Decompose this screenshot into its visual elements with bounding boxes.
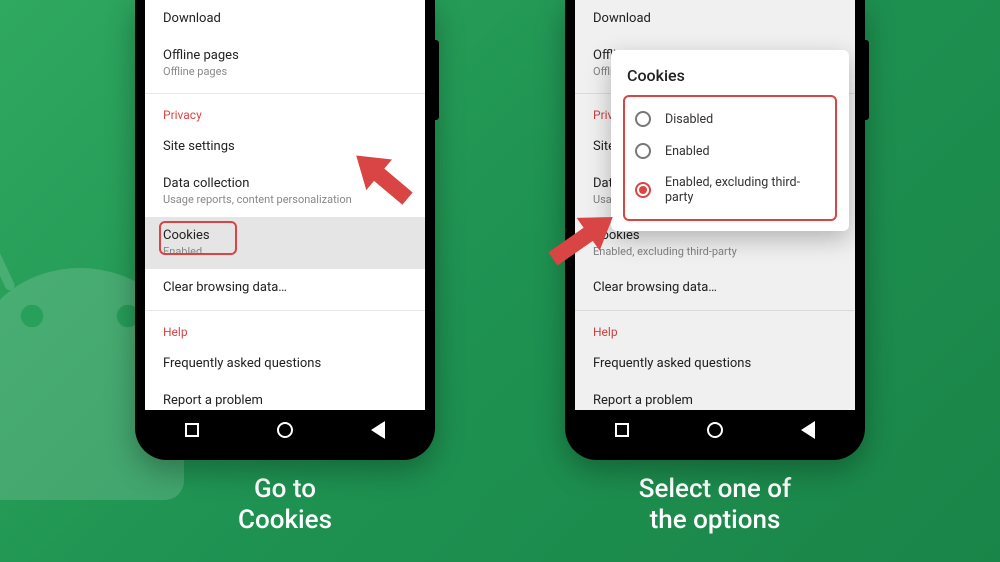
- caption-right: Select one of the options: [639, 474, 791, 536]
- label: Cookies: [163, 228, 407, 243]
- sublabel: Enabled: [163, 245, 407, 258]
- label: Clear browsing data…: [163, 280, 407, 295]
- nav-home[interactable]: [276, 421, 294, 439]
- radio-icon: [635, 111, 651, 127]
- android-navbar: [575, 410, 855, 450]
- radio-label: Enabled: [665, 144, 710, 159]
- android-navbar: [145, 410, 425, 450]
- radio-label: Disabled: [665, 112, 713, 127]
- radio-icon: [635, 143, 651, 159]
- arrow-icon: [343, 138, 423, 218]
- item-download[interactable]: Download: [145, 0, 425, 37]
- nav-back[interactable]: [799, 421, 817, 439]
- nav-recent[interactable]: [183, 421, 201, 439]
- phone-left: Download Offline pages Offline pages Pri…: [135, 0, 435, 460]
- radio-group-highlight: Disabled Enabled Enabled, excluding thir…: [623, 95, 837, 221]
- label: Frequently asked questions: [163, 356, 407, 371]
- dialog-title: Cookies: [623, 66, 837, 85]
- item-cookies[interactable]: Cookies Enabled: [145, 217, 425, 269]
- cookies-dialog: Cookies Disabled Enabled Enabled, exc: [611, 50, 849, 231]
- nav-home[interactable]: [706, 421, 724, 439]
- radio-option-enabled[interactable]: Enabled: [629, 135, 831, 167]
- item-offline-pages[interactable]: Offline pages Offline pages: [145, 37, 425, 89]
- label: Report a problem: [163, 393, 407, 408]
- section-help: Help: [145, 310, 425, 345]
- label: Offline pages: [163, 48, 407, 63]
- nav-back[interactable]: [369, 421, 387, 439]
- radio-label: Enabled, excluding third-party: [665, 175, 825, 205]
- label: Download: [163, 11, 407, 26]
- radio-icon-selected: [635, 182, 651, 198]
- caption-left: Go to Cookies: [238, 474, 332, 536]
- item-clear-browsing[interactable]: Clear browsing data…: [145, 269, 425, 306]
- phone-right: Download Offline pages Offline pages Pri…: [565, 0, 865, 460]
- section-privacy: Privacy: [145, 93, 425, 128]
- sublabel: Offline pages: [163, 65, 407, 78]
- radio-option-enabled-excl[interactable]: Enabled, excluding third-party: [629, 167, 831, 213]
- radio-option-disabled[interactable]: Disabled: [629, 103, 831, 135]
- item-report[interactable]: Report a problem: [145, 382, 425, 410]
- item-faq[interactable]: Frequently asked questions: [145, 345, 425, 382]
- nav-recent[interactable]: [613, 421, 631, 439]
- arrow-icon: [535, 200, 625, 280]
